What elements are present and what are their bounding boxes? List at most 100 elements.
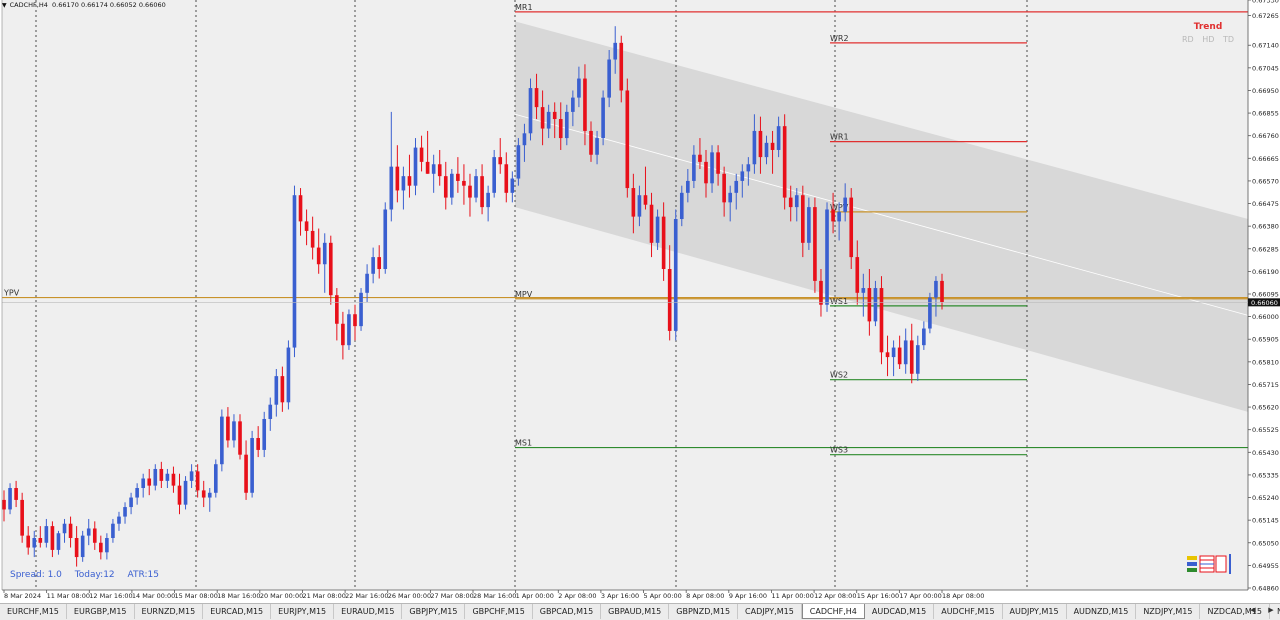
candle-body	[819, 280, 823, 305]
candle-body	[32, 538, 37, 548]
candle-body	[740, 171, 745, 181]
current-price-label: 0.66060	[1251, 299, 1278, 307]
candle-body	[431, 164, 436, 174]
candle-body	[516, 145, 521, 179]
symbol-tab[interactable]: GBPJPY,M15	[402, 604, 466, 619]
candle-body	[800, 195, 805, 243]
symbol-tab[interactable]: EURCAD,M15	[203, 604, 272, 619]
candle-body	[207, 492, 212, 498]
symbol-tab[interactable]: AUDCAD,M15	[865, 604, 935, 619]
candle-body	[238, 421, 242, 455]
candle-body	[62, 523, 67, 534]
symbol-tab[interactable]: EURCHF,M15	[0, 604, 67, 619]
candle-body	[540, 107, 545, 129]
symbol-tab[interactable]: EURAUD,M15	[334, 604, 403, 619]
price-tick-label: 0.65715	[1252, 381, 1279, 389]
price-tick-label: 0.66665	[1252, 155, 1279, 163]
time-tick-label: 20 Mar 00:00	[260, 592, 303, 600]
candle-body	[855, 257, 860, 293]
candle-body	[401, 176, 406, 191]
candle-body	[813, 207, 817, 281]
candle-body	[613, 42, 618, 60]
candle-body	[474, 176, 478, 198]
price-tick-label: 0.66285	[1252, 245, 1279, 253]
candle-body	[383, 209, 388, 270]
time-tick-label: 27 Mar 08:00	[430, 592, 473, 600]
candle-body	[292, 195, 297, 348]
candle-body	[56, 533, 61, 550]
symbol-tab[interactable]: GBPCHF,M15	[465, 604, 533, 619]
price-tick-label: 0.66760	[1252, 132, 1279, 140]
candle-body	[153, 468, 158, 486]
price-tick-label: 0.65905	[1252, 336, 1279, 344]
time-tick-label: 12 Apr 08:00	[814, 592, 856, 600]
candle-body	[679, 192, 684, 220]
candle-body	[407, 176, 412, 186]
candle-body	[728, 192, 733, 203]
candle-body	[195, 471, 200, 491]
candle-body	[807, 207, 811, 243]
symbol-tab[interactable]: NZDJPY,M15	[1136, 604, 1201, 619]
time-tick-label: 15 Mar 08:00	[175, 592, 218, 600]
level-label-ws2: WS2	[830, 371, 848, 380]
scroll-right-icon[interactable]: ▶	[1262, 603, 1280, 619]
candle-body	[716, 152, 720, 174]
time-tick-label: 8 Apr 08:00	[686, 592, 724, 600]
candle-body	[698, 154, 702, 162]
candle-body	[226, 416, 230, 441]
time-tick-label: 9 Apr 16:00	[729, 592, 767, 600]
candle-body	[770, 142, 775, 150]
candle-body	[915, 345, 920, 374]
candle-body	[528, 88, 533, 134]
candle-body	[250, 438, 254, 493]
candle-body	[177, 485, 182, 505]
chart-area[interactable]: MR1 MPV MS1 YPV WR2 WR1 WPV WS1 WS2 WS3 0.67330 0.6…	[0, 0, 1280, 603]
candle-body	[867, 288, 872, 322]
candle-body	[2, 499, 6, 510]
time-tick-label: 21 Mar 08:00	[302, 592, 345, 600]
time-tick-label: 15 Apr 16:00	[857, 592, 899, 600]
symbol-tab[interactable]: AUDNZD,M15	[1067, 604, 1137, 619]
candle-body	[171, 473, 176, 486]
candle-body	[328, 242, 333, 296]
trend-tf-rd: RD	[1181, 35, 1194, 44]
symbol-tab[interactable]: CADJPY,M15	[738, 604, 802, 619]
ohlc-values: 0.66170 0.66174 0.66052 0.66060	[52, 1, 166, 9]
symbol-tab[interactable]: CADCHF,H4	[801, 604, 865, 619]
candle-body	[123, 507, 127, 517]
scroll-left-icon[interactable]: ◀	[1244, 603, 1262, 619]
symbol-tab[interactable]: GBPNZD,M15	[669, 604, 739, 619]
candle-body	[443, 176, 448, 198]
symbol-tab[interactable]: EURJPY,M15	[271, 604, 335, 619]
candle-body	[825, 209, 829, 305]
symbol-tab[interactable]: AUDCHF,M15	[934, 604, 1003, 619]
symbol-name: CADCHF,H4	[9, 1, 48, 9]
candle-body	[764, 142, 769, 158]
time-tick-label: 11 Apr 00:00	[771, 592, 813, 600]
symbol-tab[interactable]: EURNZD,M15	[135, 604, 204, 619]
candle-body	[44, 526, 49, 543]
symbol-tab[interactable]: EURGBP,M15	[67, 604, 135, 619]
price-tick-label: 0.66380	[1252, 223, 1279, 231]
trend-title: Trend	[1193, 22, 1223, 32]
candle-body	[256, 438, 260, 450]
price-tick-label: 0.64860	[1252, 585, 1279, 593]
symbol-tab-bar: EURCHF,M15 EURGBP,M15 EURNZD,M15 EURCAD,M15…	[0, 603, 1280, 620]
candle-body	[667, 269, 672, 331]
candle-body	[232, 421, 236, 441]
price-tick-label: 0.65145	[1252, 517, 1279, 525]
candle-body	[286, 347, 291, 403]
time-tick-label: 8 Mar 2024	[4, 592, 41, 600]
candle-body	[686, 180, 690, 193]
symbol-tab[interactable]: GBPCAD,M15	[533, 604, 602, 619]
price-tick-label: 0.66950	[1252, 87, 1279, 95]
symbol-tab[interactable]: AUDJPY,M15	[1003, 604, 1067, 619]
dropdown-triangle-icon[interactable]: ▼	[2, 2, 7, 9]
level-label-wr1: WR1	[830, 133, 849, 142]
candlestick-chart[interactable]: MR1MPVMS1YPVWR2WR1WPVWS1WS2WS30.673300.6…	[0, 0, 1280, 603]
candle-body	[637, 195, 642, 217]
symbol-tab[interactable]: GBPAUD,M15	[601, 604, 670, 619]
candle-body	[129, 497, 133, 508]
time-tick-label: 17 Apr 00:00	[899, 592, 941, 600]
candle-body	[577, 78, 581, 98]
